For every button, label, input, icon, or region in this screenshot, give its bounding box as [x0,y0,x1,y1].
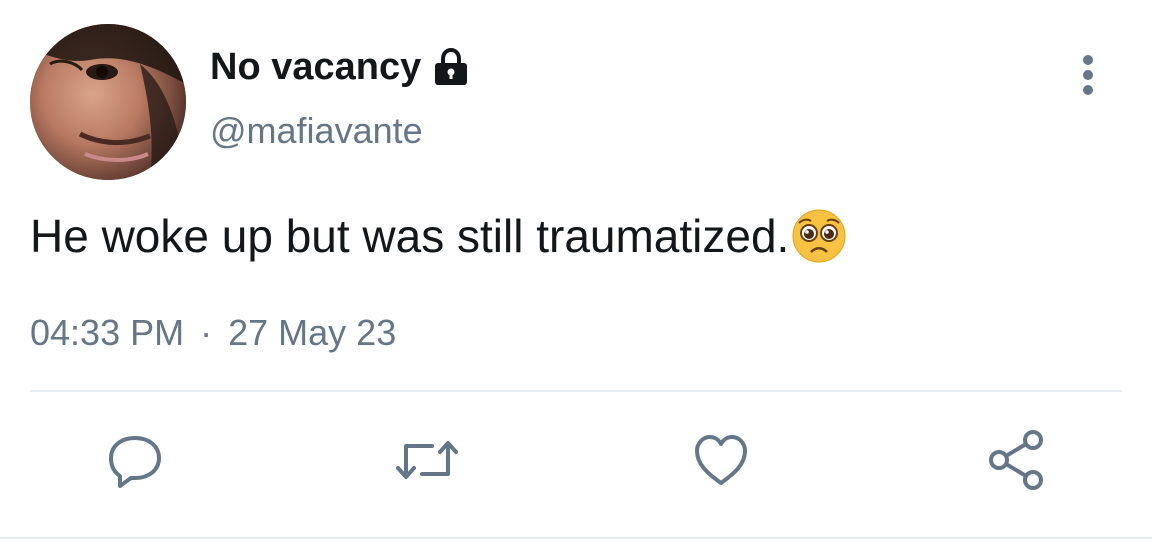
lock-icon [431,47,471,87]
handle[interactable]: @mafiavante [210,110,423,152]
bottom-divider [0,537,1152,539]
more-options-button[interactable] [1068,50,1108,100]
tweet-text-content: He woke up but was still traumatized. [30,210,790,262]
display-name-row: No vacancy [210,42,471,92]
action-bar [0,425,1152,505]
vertical-ellipsis-icon [1083,55,1093,95]
heart-icon [695,435,747,485]
tweet-time: 04:33 PM [30,312,185,353]
tweet-card[interactable]: No vacancy @mafiavante He woke up but wa… [0,0,1152,555]
share-button[interactable] [982,425,1052,495]
display-name[interactable]: No vacancy [210,46,421,89]
reply-button[interactable] [100,425,170,495]
divider [30,390,1122,392]
reply-bubble-icon [109,436,161,488]
tweet-timestamp[interactable]: 04:33 PM · 27 May 23 [30,312,396,354]
retweet-icon [396,441,458,479]
pleading-face-emoji-icon [791,208,847,264]
tweet-date: 27 May 23 [228,312,397,353]
meta-separator: · [200,312,213,353]
like-button[interactable] [686,425,756,495]
share-icon [989,430,1043,490]
retweet-button[interactable] [392,425,462,495]
avatar[interactable] [30,24,186,180]
tweet-text: He woke up but was still traumatized. [30,208,847,264]
